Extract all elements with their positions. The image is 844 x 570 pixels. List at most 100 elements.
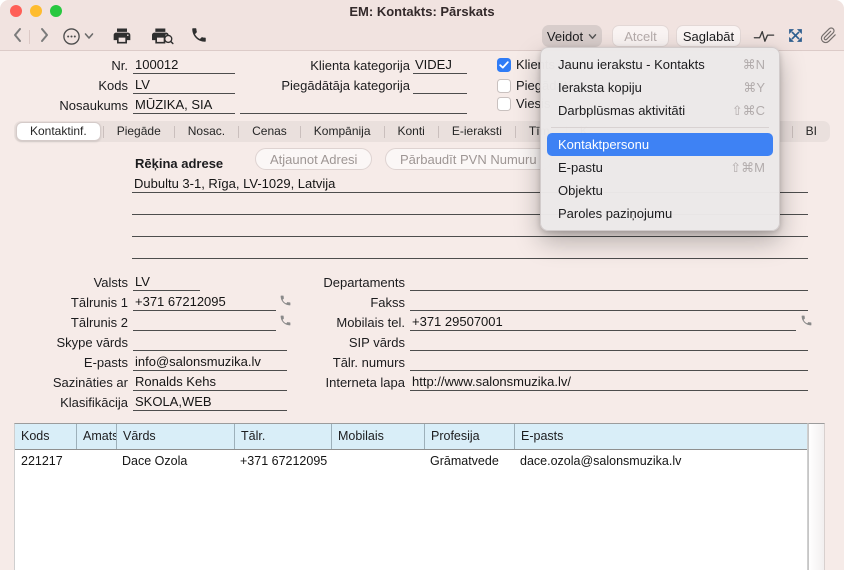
col-header-profesija[interactable]: Profesija	[424, 424, 514, 449]
expand-maximize-icon[interactable]	[787, 27, 804, 44]
skype-vards-label: Skype vārds	[0, 335, 128, 351]
e-pasts-label: E-pasts	[0, 355, 128, 371]
viesis-checkbox[interactable]	[497, 97, 511, 111]
menu-item-email[interactable]: E-pastu ⇧⌘M	[547, 156, 773, 179]
cancel-button: Atcelt	[612, 25, 669, 47]
table-scrollbar[interactable]	[808, 423, 825, 570]
activity-pulse-icon[interactable]	[753, 29, 775, 43]
menu-item-contact-person[interactable]: Kontaktpersonu	[547, 133, 773, 156]
cell-profesija[interactable]: Grāmatvede	[424, 450, 514, 472]
print-icon[interactable]	[112, 26, 132, 46]
tab-e-ieraksti[interactable]: E-ieraksti	[439, 121, 515, 142]
col-header-talr[interactable]: Tālr.	[234, 424, 331, 449]
piegadatajs-checkbox[interactable]	[497, 79, 511, 93]
menu-item-workflow-activity[interactable]: Darbplūsmas aktivitāti ⇧⌘C	[547, 99, 773, 122]
check-vat-button-label: Pārbaudīt PVN Numuru	[400, 152, 537, 167]
options-caret-down-icon[interactable]	[84, 32, 94, 40]
menu-item-shortcut: ⌘Y	[743, 80, 765, 96]
create-menu: Jaunu ierakstu - Kontakts ⌘N Ieraksta ko…	[540, 47, 780, 231]
departaments-label: Departaments	[240, 275, 405, 291]
toolbar: Veidot Atcelt Saglabāt	[0, 22, 844, 50]
departaments-field[interactable]	[410, 274, 808, 291]
menu-item-label: Objektu	[558, 183, 765, 198]
klienta-kategorija-label: Klienta kategorija	[240, 58, 410, 74]
options-ellipsis-icon[interactable]	[62, 27, 81, 46]
klienta-kategorija-field[interactable]: VIDEJ	[413, 57, 467, 74]
phone-call-icon[interactable]	[190, 26, 208, 44]
sip-vards-field[interactable]	[410, 334, 808, 351]
piegadataja-kategorija-field[interactable]	[413, 77, 467, 94]
nosaukums-field[interactable]: MŪZIKA, SIA	[133, 97, 235, 114]
create-button[interactable]: Veidot	[542, 25, 602, 47]
cell-amats[interactable]	[76, 450, 116, 472]
klasifikacija-label: Klasifikācija	[0, 395, 128, 411]
cell-talr[interactable]: +371 67212095	[234, 450, 331, 472]
sazinaties-ar-label: Sazināties ar	[0, 375, 128, 391]
tab-piegade[interactable]: Piegāde	[104, 121, 174, 142]
dial-mobile-icon[interactable]	[800, 314, 813, 327]
address-line-4-field[interactable]	[132, 242, 808, 259]
tab-kontaktinf[interactable]: Kontaktinf.	[16, 122, 101, 141]
klasifikacija-field[interactable]: SKOLA,WEB	[133, 394, 287, 411]
talr-numurs-label: Tālr. numurs	[240, 355, 405, 371]
cancel-button-label: Atcelt	[624, 29, 657, 44]
tab-bi[interactable]: BI	[793, 121, 830, 142]
cell-vards[interactable]: Dace Ozola	[116, 450, 234, 472]
piegadataja-kategorija-label: Piegādātāja kategorija	[240, 78, 410, 94]
menu-item-new-record[interactable]: Jaunu ierakstu - Kontakts ⌘N	[547, 53, 773, 76]
print-preview-icon[interactable]	[150, 26, 174, 46]
menu-item-object[interactable]: Objektu	[547, 179, 773, 202]
menu-separator	[551, 127, 769, 128]
check-vat-number-button[interactable]: Pārbaudīt PVN Numuru	[385, 148, 552, 170]
unnamed-field[interactable]	[240, 97, 467, 114]
mobilais-tel-field[interactable]: +371 29507001	[410, 314, 796, 331]
col-header-e-pasts[interactable]: E-pasts	[514, 424, 807, 449]
menu-item-password-notification[interactable]: Paroles paziņojumu	[547, 202, 773, 225]
tab-cenas[interactable]: Cenas	[239, 121, 300, 142]
forward-icon[interactable]	[36, 26, 52, 44]
valsts-field[interactable]: LV	[133, 274, 200, 291]
paperclip-icon[interactable]	[820, 27, 837, 44]
contact-persons-table: Kods Amats Vārds Tālr. Mobilais Profesij…	[14, 423, 808, 570]
interneta-lapa-field[interactable]: http://www.salonsmuzika.lv/	[410, 374, 808, 391]
table-row[interactable]: 221217 Dace Ozola +371 67212095 Grāmatve…	[15, 450, 807, 472]
cell-kods[interactable]: 221217	[15, 450, 76, 472]
nr-field[interactable]: 100012	[133, 57, 235, 74]
nav-divider	[29, 30, 30, 44]
back-icon[interactable]	[10, 26, 26, 44]
menu-item-label: Ieraksta kopiju	[558, 80, 743, 95]
tab-nosac[interactable]: Nosac.	[175, 121, 238, 142]
menu-item-label: Darbplūsmas aktivitāti	[558, 103, 732, 118]
kods-field[interactable]: LV	[133, 77, 235, 94]
menu-item-label: Jaunu ierakstu - Kontakts	[558, 57, 743, 72]
sip-vards-label: SIP vārds	[240, 335, 405, 351]
klients-checkbox[interactable]	[497, 58, 511, 72]
menu-item-label: Kontaktpersonu	[558, 137, 765, 152]
menu-item-copy-record[interactable]: Ieraksta kopiju ⌘Y	[547, 76, 773, 99]
save-button-label: Saglabāt	[683, 29, 734, 44]
cell-mobilais[interactable]	[331, 450, 424, 472]
fakss-field[interactable]	[410, 294, 808, 311]
col-header-mobilais[interactable]: Mobilais	[331, 424, 424, 449]
save-button[interactable]: Saglabāt	[676, 25, 741, 47]
create-button-label: Veidot	[547, 29, 583, 44]
update-address-button-label: Atjaunot Adresi	[270, 152, 357, 167]
talrunis-2-label: Tālrunis 2	[0, 315, 128, 331]
menu-item-shortcut: ⇧⌘C	[732, 103, 765, 119]
fakss-label: Fakss	[240, 295, 405, 311]
update-address-button[interactable]: Atjaunot Adresi	[255, 148, 372, 170]
talr-numurs-field[interactable]	[410, 354, 808, 371]
menu-item-label: Paroles paziņojumu	[558, 206, 765, 221]
tab-kompanija[interactable]: Kompānija	[301, 121, 384, 142]
interneta-lapa-label: Interneta lapa	[240, 375, 405, 391]
col-header-amats[interactable]: Amats	[76, 424, 116, 449]
app-window: EM: Kontakts: Pārskats Veidot A	[0, 0, 844, 570]
mobilais-tel-label: Mobilais tel.	[240, 315, 405, 331]
valsts-label: Valsts	[0, 275, 128, 291]
col-header-vards[interactable]: Vārds	[116, 424, 234, 449]
menu-item-label: E-pastu	[558, 160, 730, 175]
tab-konti[interactable]: Konti	[385, 121, 438, 142]
cell-e-pasts[interactable]: dace.ozola@salonsmuzika.lv	[514, 450, 807, 472]
title-bar: EM: Kontakts: Pārskats	[0, 0, 844, 22]
col-header-kods[interactable]: Kods	[15, 424, 76, 449]
